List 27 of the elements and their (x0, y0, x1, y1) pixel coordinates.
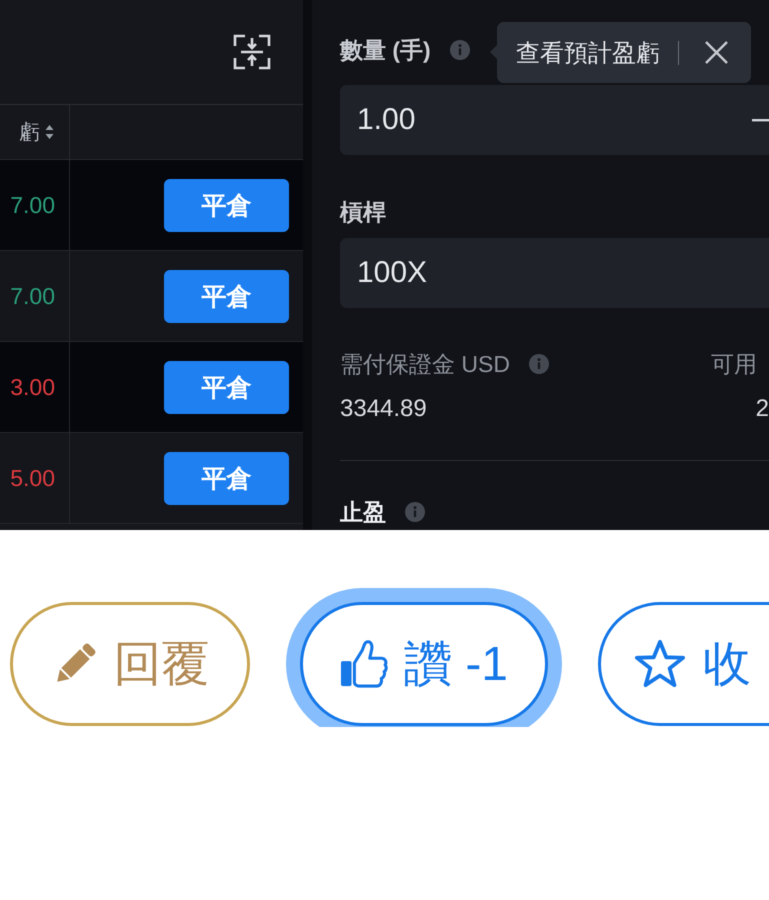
leverage-label: 槓桿 (340, 198, 386, 226)
close-icon[interactable] (704, 40, 729, 65)
pnl-cell: 7.00 (0, 251, 70, 341)
available-value: 2 (756, 395, 769, 423)
close-position-button[interactable]: 平倉 (164, 270, 289, 322)
available-label: 可用 (711, 350, 758, 378)
margin-value: 3344.89 (340, 395, 427, 423)
tooltip-text[interactable]: 查看預計盈虧 (516, 36, 660, 68)
star-icon (634, 639, 686, 689)
close-position-button[interactable]: 平倉 (164, 360, 289, 414)
column-header[interactable]: 虧 (19, 118, 40, 146)
favorite-button[interactable]: 收 (598, 602, 769, 726)
sort-icon[interactable] (45, 124, 54, 140)
pnl-cell: 3.00 (0, 342, 70, 432)
thumbs-up-icon (340, 638, 388, 690)
pnl-cell: 7.00 (0, 160, 70, 250)
take-profit-label: 止盈 (340, 498, 386, 526)
quantity-label: 數量 (手) (340, 36, 431, 65)
minus-icon[interactable] (752, 118, 769, 122)
leverage-field[interactable]: 100X (340, 238, 769, 308)
pnl-cell: 5.00 (0, 433, 70, 523)
close-position-button[interactable]: 平倉 (164, 452, 289, 504)
close-position-button[interactable]: 平倉 (164, 178, 289, 232)
margin-label: 需付保證金 USD (340, 350, 510, 378)
quantity-field[interactable]: 1.00 (340, 85, 769, 155)
collapse-icon[interactable] (233, 34, 271, 70)
reply-button[interactable]: 回覆 (10, 602, 250, 726)
